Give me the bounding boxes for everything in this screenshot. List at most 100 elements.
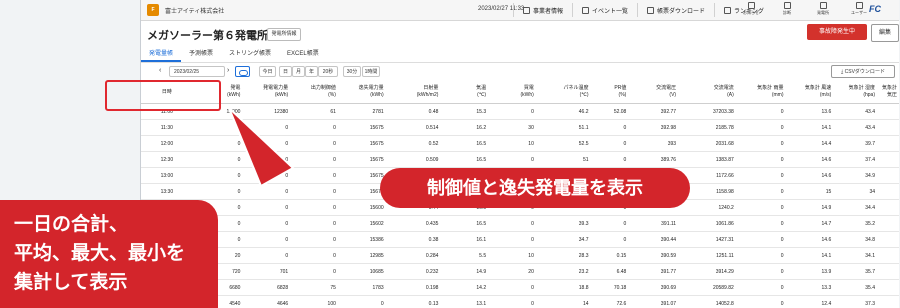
company-logo-icon: F [147,4,159,16]
right-icon-group: お知らせ 診断 発電所 ユーザー [740,2,870,16]
table-cell: 35.7 [833,263,878,280]
table-cell [877,279,899,296]
table-cell: 0 [735,199,786,216]
table-cell: 0 [290,215,338,232]
column-header: 発電電力量 (kWh) [242,81,291,104]
plant-button[interactable]: 発電所 [812,2,834,16]
table-cell [877,103,899,120]
table-cell: 15 [785,183,834,200]
table-cell: 0 [735,119,786,136]
table-cell: 11:30 [141,119,193,136]
table-cell: 37.3 [833,295,878,308]
table-cell: 0 [242,247,291,264]
table-cell: 14052.8 [678,295,736,308]
tab-generation[interactable]: 発電量帳 [141,46,182,62]
table-cell: 0 [488,215,536,232]
column-header-unit: (mm) [771,92,784,98]
table-cell: 0 [242,199,291,216]
table-cell: 15600 [337,199,386,216]
table-cell: 0 [735,263,786,280]
table-cell: 3914.29 [678,263,736,280]
user-button[interactable]: ユーザー [848,2,870,16]
diagnosis-button[interactable]: 診断 [776,2,798,16]
table-cell: 15602 [337,215,386,232]
table-cell: 1240.2 [678,199,736,216]
edit-button[interactable]: 編集 [871,24,899,42]
summary-note-box: 一日の合計、 平均、最大、最小を 集計して表示 [0,200,218,308]
column-header-label: 気象計 気圧 [881,85,897,98]
callout-bubble: 制御値と逸失発電量を表示 [380,168,690,208]
table-cell: 75 [290,279,338,296]
prev-date-icon[interactable]: ‹ [159,67,161,74]
toolbar: ‹ 2023/02/25 › 今日 日 月 年 20秒 30分 1時間 ⤓ CS… [141,64,899,80]
table-cell: 0 [735,183,786,200]
table-cell: 10 [488,247,536,264]
column-header-label: 出力制御値 [310,85,336,91]
table-cell: 0.435 [385,215,441,232]
tab-forecast[interactable]: 予測帳票 [181,46,221,62]
table-cell: 0 [242,231,291,248]
chart-icon [724,6,732,14]
table-cell: 0.13 [385,295,441,308]
table-cell: 14.4 [785,135,834,152]
csv-download-button[interactable]: ⤓ CSVダウンロード [831,65,895,78]
column-header-unit: (kWh) [520,92,534,98]
interval-1h-button[interactable]: 1時間 [362,66,380,77]
table-cell: 34.4 [833,199,878,216]
table-cell: 35.2 [833,215,878,232]
table-cell: 43.4 [833,119,878,136]
table-cell: 0 [488,279,536,296]
table-cell: 0 [242,215,291,232]
table-row: 20 0 0 12985 0.284 5.5 10 28.3 0.15 390.59 1251.11… [141,247,899,264]
table-cell: 0.232 [385,263,441,280]
alert-button[interactable]: 事故障発生中 [807,24,867,40]
table-cell: 0 [590,231,629,248]
nav-business-info[interactable]: 事業者情報 [513,3,572,17]
column-header-unit: (m/s) [819,92,832,98]
table-cell: 0 [590,151,629,168]
table-cell: 52.08 [590,103,629,120]
column-header-unit: (kWh) [274,92,289,98]
plant-icon [819,2,827,9]
interval-30-button[interactable]: 30分 [343,66,361,77]
table-header-row: 日時 発電 (kWh) 発電電力量 (kWh) 出力制御値 (%) 逸失電力量 (kWh) 日射量… [141,81,899,104]
day-button[interactable]: 日 [279,66,292,77]
today-button[interactable]: 今日 [259,66,276,77]
notice-button[interactable]: お知らせ [740,2,762,16]
table-cell: 13:30 [141,183,193,200]
table-cell: 39.7 [833,135,878,152]
next-date-icon[interactable]: › [227,67,229,74]
table-cell: 100 [290,295,338,308]
nav-event-list[interactable]: イベント一覧 [572,3,637,17]
page-title: メガソーラー第６発電所 [147,30,268,42]
table-cell: 393 [628,135,679,152]
column-header-label: 逸失電力量 [358,85,384,91]
column-header-unit: (A) [727,92,734,98]
table-cell: 391.07 [628,295,679,308]
table-cell: 1061.86 [678,215,736,232]
weather-cloud-icon[interactable] [235,66,250,77]
table-cell: 72.6 [590,295,629,308]
table-cell: 0 [488,295,536,308]
nav-report-download[interactable]: 帳票ダウンロード [637,3,714,17]
table-cell [877,167,899,184]
table-cell: 1251.11 [678,247,736,264]
plant-info-button[interactable]: 発電所情報 [267,28,301,41]
table-cell: 0 [735,279,786,296]
table-cell: 35.4 [833,279,878,296]
table-cell: 0 [735,151,786,168]
table-cell: 34 [833,183,878,200]
tab-string[interactable]: ストリング帳票 [221,46,279,62]
table-cell: 14.1 [785,247,834,264]
table-row: 720 701 0 10685 0.232 14.9 20 23.2 6.48 391.77 391… [141,263,899,280]
column-header: 出力制御値 (%) [290,81,338,104]
table-cell: 0.198 [385,279,441,296]
screenshot-frame: F 富士アイティ株式会社 2023/02/27 11:33 事業者情報 イベント… [0,0,900,308]
table-cell [877,231,899,248]
year-button[interactable]: 年 [305,66,318,77]
month-button[interactable]: 月 [292,66,305,77]
tab-excel[interactable]: EXCEL帳票 [279,46,327,62]
interval-20-button[interactable]: 20秒 [318,66,338,77]
date-input[interactable]: 2023/02/25 [169,66,225,77]
table-cell: 2185.78 [678,119,736,136]
